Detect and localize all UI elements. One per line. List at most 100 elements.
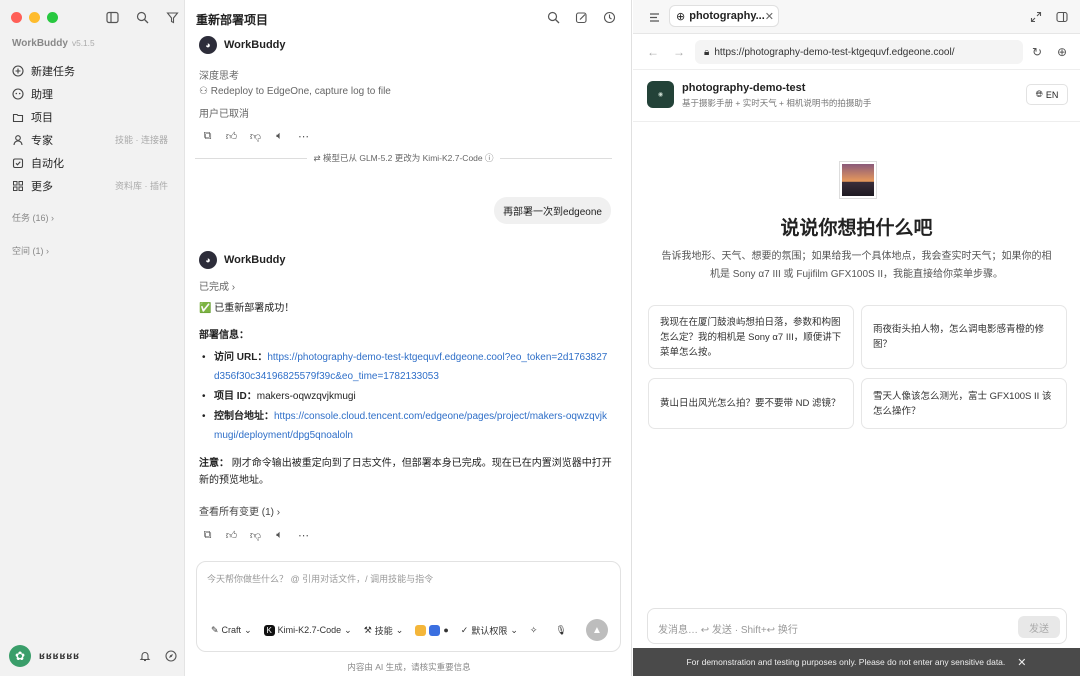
project-id-value: makers-oqwzqvjkmugi	[256, 391, 356, 402]
new-chat-icon[interactable]	[573, 9, 589, 25]
window-controls	[11, 12, 58, 23]
more-icon[interactable]: ⋯	[297, 529, 310, 542]
connector-icons[interactable]: ●	[415, 624, 449, 636]
more-grid-icon	[11, 179, 24, 192]
minimize-window-button[interactable]	[29, 12, 40, 23]
plus-circle-icon	[11, 64, 24, 77]
thumbs-up-icon[interactable]: 👍︎	[225, 529, 238, 542]
maximize-window-button[interactable]	[47, 12, 58, 23]
chevron-down-icon: ⌄	[244, 624, 252, 635]
bot-avatar-icon: ◕	[199, 251, 217, 269]
sidebar-nav: 新建任务 助理 项目 专家 技能 · 连接器 自动化 更多 资料库 · 插件	[0, 59, 185, 197]
chat-panel: 重新部署项目 ◕ WorkBuddy 深度思考 ⚇ Redeploy to Ed…	[186, 0, 632, 676]
expert-icon	[11, 133, 24, 146]
tasks-section[interactable]: 任务 (16) ›	[12, 211, 54, 224]
speaker-icon[interactable]: 🔈︎	[273, 130, 286, 143]
page-title: 重新部署项目	[196, 13, 269, 27]
sidebar-item-expert[interactable]: 专家 技能 · 连接器	[0, 128, 185, 151]
site-header: ◉ photography-demo-test 基于摄影手册 + 实时天气 + …	[633, 70, 1080, 122]
list-item: 访问 URL：https://photography-demo-test-ktg…	[202, 348, 612, 386]
toggle-sidebar-icon[interactable]	[104, 9, 120, 25]
message-actions: ⧉ 👍︎ 👎︎ 🔈︎ ⋯	[201, 130, 310, 143]
panel-toggle-icon[interactable]	[1054, 9, 1070, 25]
thumbs-down-icon[interactable]: 👎︎	[249, 529, 262, 542]
avatar[interactable]: ✿	[9, 645, 31, 667]
skills-selector[interactable]: ⚒ 技能 ⌄	[364, 624, 404, 637]
globe-icon[interactable]: ⊕	[1054, 44, 1070, 60]
microphone-icon[interactable]: 🎙︎	[555, 625, 566, 636]
address-bar[interactable]: 🔒︎ https://photography-demo-test-ktgequv…	[695, 40, 1023, 64]
site-name: photography-demo-test	[682, 82, 806, 94]
browser-panel: ⊕ photography... ✕ ← → 🔒︎ https://photog…	[633, 0, 1080, 676]
send-button[interactable]: ▲	[586, 619, 608, 641]
model-selector[interactable]: K Kimi-K2.7-Code ⌄	[263, 624, 352, 636]
craft-icon: ✎	[211, 624, 219, 635]
copy-icon[interactable]: ⧉	[201, 529, 214, 542]
suggestion-card[interactable]: 黄山日出风光怎么拍？要不要带 ND 滤镜？	[648, 378, 854, 429]
message-actions: ⧉ 👍︎ 👎︎ 🔈︎ ⋯	[201, 529, 310, 542]
close-tab-icon[interactable]: ✕	[765, 10, 774, 23]
preview-url-link[interactable]: https://photography-demo-test-ktgequvf.e…	[214, 352, 607, 382]
sidebar-item-project[interactable]: 项目	[0, 105, 185, 128]
think-label[interactable]: 深度思考	[199, 67, 239, 82]
suggestion-card[interactable]: 雨夜街头拍人物，怎么调电影感青橙的修图？	[861, 305, 1067, 369]
bot-header: ◕ WorkBuddy	[199, 36, 286, 54]
compass-icon[interactable]	[163, 648, 179, 664]
sidebar-item-assistant[interactable]: 助理	[0, 82, 185, 105]
search-icon[interactable]	[134, 9, 150, 25]
success-message: ✅ 已重新部署成功！	[199, 303, 295, 314]
lock-icon: 🔒︎	[704, 46, 710, 58]
globe-icon: 🌐︎	[1035, 89, 1043, 99]
close-window-button[interactable]	[11, 12, 22, 23]
message-input-placeholder: 发消息… ↩ 发送 · Shift+↩ 换行	[658, 625, 798, 636]
search-icon[interactable]	[545, 9, 561, 25]
speaker-icon[interactable]: 🔈︎	[273, 529, 286, 542]
connector-yellow-icon	[415, 624, 427, 636]
history-icon[interactable]	[601, 9, 617, 25]
filter-icon[interactable]	[164, 9, 180, 25]
status-done[interactable]: 已完成 ›	[199, 278, 235, 293]
sidebar-item-automation[interactable]: 自动化	[0, 151, 185, 174]
chevron-down-icon: ⌄	[510, 624, 518, 635]
brand: WorkBuddy v5.1.5	[12, 38, 95, 49]
reload-icon[interactable]: ↻	[1029, 44, 1045, 60]
info-icon: ⓘ	[485, 153, 494, 163]
ai-disclaimer: 内容由 AI 生成，请核实重要信息	[347, 662, 471, 672]
browser-tabbar: ⊕ photography... ✕	[633, 0, 1080, 34]
sparkle-icon[interactable]: ✧	[530, 625, 538, 636]
language-toggle[interactable]: 🌐︎ EN	[1026, 84, 1068, 105]
thumbs-down-icon[interactable]: 👎︎	[249, 130, 262, 143]
message-input[interactable]: 发消息… ↩ 发送 · Shift+↩ 换行 发送	[647, 608, 1067, 644]
copy-icon[interactable]: ⧉	[201, 130, 214, 143]
sidebar-item-new-task[interactable]: 新建任务	[0, 59, 185, 82]
suggestion-card[interactable]: 我现在在厦门鼓浪屿想拍日落，参数和构图怎么定？我的相机是 Sony α7 III…	[648, 305, 854, 369]
sidebar-item-more[interactable]: 更多 资料库 · 插件	[0, 174, 185, 197]
tool-call-item[interactable]: ⚇ Redeploy to EdgeOne, capture log to fi…	[199, 86, 391, 97]
forward-icon[interactable]: →	[671, 44, 687, 60]
back-icon[interactable]: ←	[645, 44, 661, 60]
send-button[interactable]: 发送	[1018, 616, 1060, 638]
chat-input[interactable]: 今天帮你做些什么？ @ 引用对话文件，/ 调用技能与指令 ✎ Craft ⌄ K Ki…	[196, 561, 621, 652]
list-item: 项目 ID：makers-oqwzqvjkmugi	[202, 387, 612, 406]
space-section[interactable]: 空间 (1) ›	[12, 244, 49, 257]
browser-tab[interactable]: ⊕ photography... ✕	[669, 5, 779, 27]
kimi-logo-icon: K	[263, 624, 275, 636]
expand-icon[interactable]	[1028, 9, 1044, 25]
skills-icon: ⚒	[363, 624, 372, 635]
site-subtitle: 基于摄影手册 + 实时天气 + 相机说明书的拍摄助手	[682, 98, 872, 108]
mode-selector[interactable]: ✎ Craft ⌄	[211, 625, 252, 636]
menu-icon[interactable]	[646, 9, 662, 25]
swap-icon: ⇄	[313, 153, 321, 163]
permission-selector[interactable]: ✓ 默认权限 ⌄	[461, 624, 518, 637]
bot-header: ◕ WorkBuddy	[199, 251, 286, 269]
bell-icon[interactable]	[137, 648, 153, 664]
sunset-image	[839, 161, 877, 199]
more-icon[interactable]: ⋯	[297, 130, 310, 143]
tool-call-icon: ⚇	[199, 86, 208, 97]
close-icon[interactable]: ✕	[1017, 656, 1026, 669]
suggestion-card[interactable]: 雪天人像该怎么测光，富士 GFX100S II 该怎么操作？	[861, 378, 1067, 429]
sidebar: WorkBuddy v5.1.5 新建任务 助理 项目 专家 技能 · 连接器 自…	[0, 0, 185, 676]
thumbs-up-icon[interactable]: 👍︎	[225, 130, 238, 143]
view-changes-link[interactable]: 查看所有变更 (1) ›	[199, 503, 280, 518]
site-logo: ◉	[647, 81, 674, 108]
